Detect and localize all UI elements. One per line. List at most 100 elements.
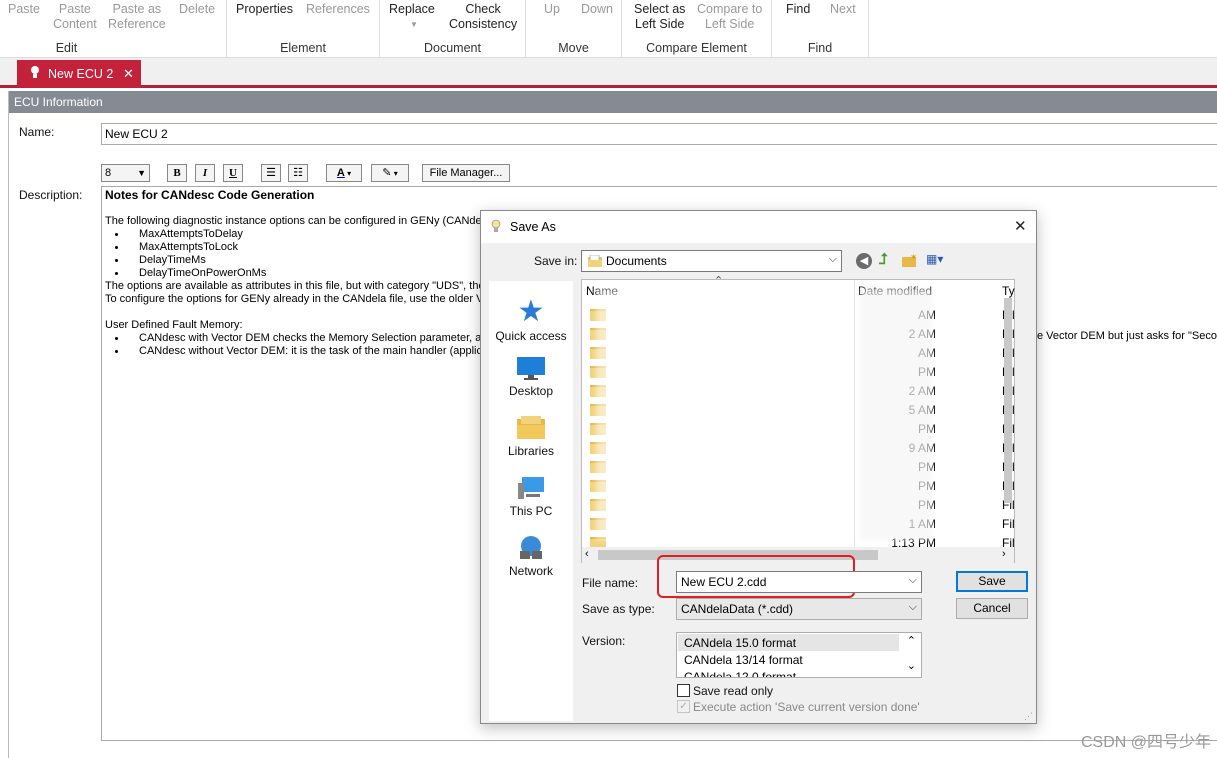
documents-folder-icon (588, 255, 602, 267)
save-read-only-checkbox[interactable] (677, 684, 690, 697)
version-item[interactable]: CANdela 13/14 format (678, 651, 899, 668)
version-list[interactable]: CANdela 15.0 format CANdela 13/14 format… (676, 632, 922, 678)
ribbon-group-compare: Select as Left Side Compare to Left Side… (622, 0, 772, 58)
highlight-button[interactable]: ✎ ▾ (371, 164, 409, 182)
save-as-type-select[interactable]: CANdelaData (*.cdd) ⌵ (676, 598, 922, 620)
ribbon-group-label: Move (558, 41, 589, 55)
ribbon-group-move: Up Down Move (526, 0, 622, 58)
file-list[interactable]: ⌃ Name Date modified Ty AMFil2 AMFilAMFi… (581, 275, 1015, 563)
new-folder-icon[interactable]: ✶ (902, 253, 918, 267)
references-button[interactable]: References (306, 2, 370, 17)
properties-button[interactable]: Properties (236, 2, 293, 17)
place-label: This PC (509, 504, 553, 518)
scroll-right-icon[interactable]: › (1002, 548, 1006, 560)
find-button[interactable]: Find (786, 2, 810, 17)
description-heading: Notes for CANdesc Code Generation (105, 188, 315, 202)
select-as-left-side-button[interactable]: Select as Left Side (634, 2, 685, 32)
move-down-button[interactable]: Down (581, 2, 613, 17)
delete-button[interactable]: Delete (179, 2, 215, 17)
place-label: Network (508, 564, 553, 578)
save-button[interactable]: Save (956, 571, 1028, 592)
save-read-only-label: Save read only (693, 684, 774, 698)
execute-action-label: Execute action 'Save current version don… (693, 700, 920, 714)
version-item-selected[interactable]: CANdela 15.0 format (678, 634, 899, 651)
description-overflow-text: e Vector DEM but just asks for "Secor (1037, 330, 1217, 342)
document-tab-bar: New ECU 2 ✕ (0, 58, 1217, 88)
save-as-dialog: Save As ✕ Save in: Documents ⌵ ◀ ⮥ ✶ ▦▾ … (480, 210, 1037, 724)
section-header: ECU Information (9, 91, 1217, 113)
ribbon-group-element: Properties References Element (227, 0, 380, 58)
italic-button[interactable]: I (195, 164, 215, 182)
scroll-down-icon[interactable]: ⌄ (907, 659, 916, 672)
ribbon-group-label: Document (424, 41, 481, 55)
file-name-input[interactable]: New ECU 2.cdd ⌵ (676, 571, 922, 593)
bold-button[interactable]: B (167, 164, 187, 182)
save-as-type-label: Save as type: (582, 602, 655, 616)
close-icon[interactable]: ✕ (123, 66, 134, 82)
execute-action-checkbox[interactable]: ✓ (677, 700, 690, 713)
vertical-scrollbar[interactable] (1002, 288, 1014, 546)
compare-to-left-side-button[interactable]: Compare to Left Side (697, 2, 762, 32)
place-label: Desktop (508, 384, 554, 398)
dialog-body: Save in: Documents ⌵ ◀ ⮥ ✶ ▦▾ ★ Quick ac… (481, 243, 1036, 723)
paste-as-reference-button[interactable]: Paste as Reference (108, 2, 166, 32)
place-network[interactable]: Network (489, 535, 573, 578)
save-in-label: Save in: (534, 254, 578, 268)
move-up-button[interactable]: Up (544, 2, 560, 17)
save-in-select[interactable]: Documents ⌵ (581, 250, 842, 272)
ribbon-group-document: Replace ▼ Check Consistency Document (380, 0, 526, 58)
computer-icon (518, 477, 544, 499)
view-menu-icon[interactable]: ▦▾ (926, 252, 952, 270)
chevron-down-icon[interactable]: ⌵ (909, 574, 917, 587)
resize-grip-icon[interactable]: ⋰ (1024, 711, 1033, 722)
ribbon-group-label: Find (807, 41, 833, 55)
place-quick-access[interactable]: ★ Quick access (489, 295, 573, 343)
numbered-list-icon[interactable]: ☰ (261, 164, 281, 182)
scroll-up-icon[interactable]: ⌃ (907, 634, 916, 647)
bullet-list-icon[interactable]: ☷ (288, 164, 308, 182)
ribbon-group-label: Element (280, 41, 326, 55)
lightbulb-icon (31, 66, 39, 78)
cancel-button[interactable]: Cancel (956, 598, 1028, 619)
scroll-left-icon[interactable]: ‹ (585, 548, 589, 560)
check-consistency-button[interactable]: Check Consistency (449, 2, 517, 32)
libraries-icon (517, 416, 545, 439)
replace-button[interactable]: Replace (389, 2, 435, 17)
up-folder-icon[interactable]: ⮥ (879, 251, 888, 268)
back-icon[interactable]: ◀ (856, 253, 872, 269)
places-bar: ★ Quick access Desktop Libraries This PC… (489, 281, 573, 721)
place-libraries[interactable]: Libraries (489, 415, 573, 458)
paste-button[interactable]: Paste (8, 2, 40, 17)
underline-button[interactable]: U (223, 164, 243, 182)
name-field[interactable]: New ECU 2 (101, 123, 1217, 145)
version-label: Version: (582, 634, 626, 648)
description-label: Description: (19, 188, 83, 202)
tab-label: New ECU 2 (48, 67, 114, 81)
chevron-down-icon: ⌵ (908, 601, 917, 613)
chevron-down-icon: ⌵ (828, 253, 837, 265)
network-icon (520, 536, 542, 559)
place-this-pc[interactable]: This PC (489, 475, 573, 518)
dialog-title: Save As (510, 220, 556, 234)
font-size-value: 8 (105, 167, 112, 179)
blurred-names (596, 288, 851, 540)
font-color-icon: A (336, 167, 345, 179)
scrollbar-thumb[interactable] (1004, 298, 1012, 503)
chevron-down-icon: ▼ (137, 168, 146, 178)
chevron-down-icon[interactable]: ▼ (410, 17, 418, 32)
find-next-button[interactable]: Next (830, 2, 856, 17)
file-name-value: New ECU 2.cdd (681, 575, 767, 589)
font-color-button[interactable]: A ▾ (326, 164, 362, 182)
place-label: Quick access (495, 329, 567, 343)
font-size-select[interactable]: 8 ▼ (101, 164, 150, 182)
file-manager-button[interactable]: File Manager... (422, 164, 510, 182)
ribbon-group-label: Compare Element (646, 41, 747, 55)
tab-new-ecu-2[interactable]: New ECU 2 ✕ (17, 60, 141, 88)
name-label: Name: (19, 125, 55, 139)
dialog-titlebar: Save As ✕ (481, 211, 1036, 243)
close-icon[interactable]: ✕ (1014, 217, 1027, 235)
version-item[interactable]: CANdela 12.0 format (678, 668, 899, 677)
desktop-icon (517, 357, 545, 380)
paste-content-button[interactable]: Paste Content (53, 2, 97, 32)
place-desktop[interactable]: Desktop (489, 355, 573, 398)
